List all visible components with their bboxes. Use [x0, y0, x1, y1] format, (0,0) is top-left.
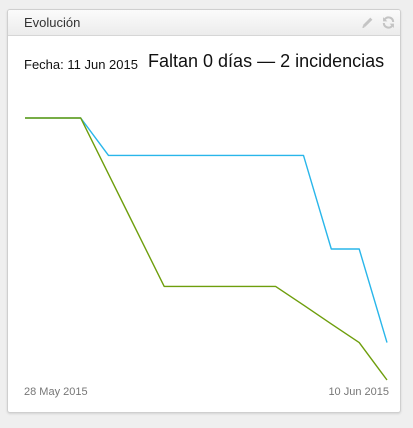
- remaining-summary: Faltan 0 días — 2 incidencias: [148, 51, 385, 71]
- date-line: Fecha: 11 Jun 2015: [24, 57, 138, 72]
- refresh-icon[interactable]: [381, 15, 396, 30]
- series-line-1: [25, 117, 388, 343]
- widget-header: Evolución: [8, 10, 400, 36]
- widget-title: Evolución: [24, 15, 81, 30]
- evolution-widget: Evolución Fecha: 11 Jun 2015 Faltan 0 dí…: [7, 9, 401, 413]
- series-line-2: [25, 117, 388, 381]
- date-label: Fecha:: [24, 57, 64, 72]
- x-axis-start-label: 28 May 2015: [24, 386, 88, 398]
- x-axis-end-label: 10 Jun 2015: [328, 386, 389, 398]
- date-value: 11 Jun 2015: [67, 57, 138, 72]
- pencil-icon[interactable]: [360, 15, 375, 30]
